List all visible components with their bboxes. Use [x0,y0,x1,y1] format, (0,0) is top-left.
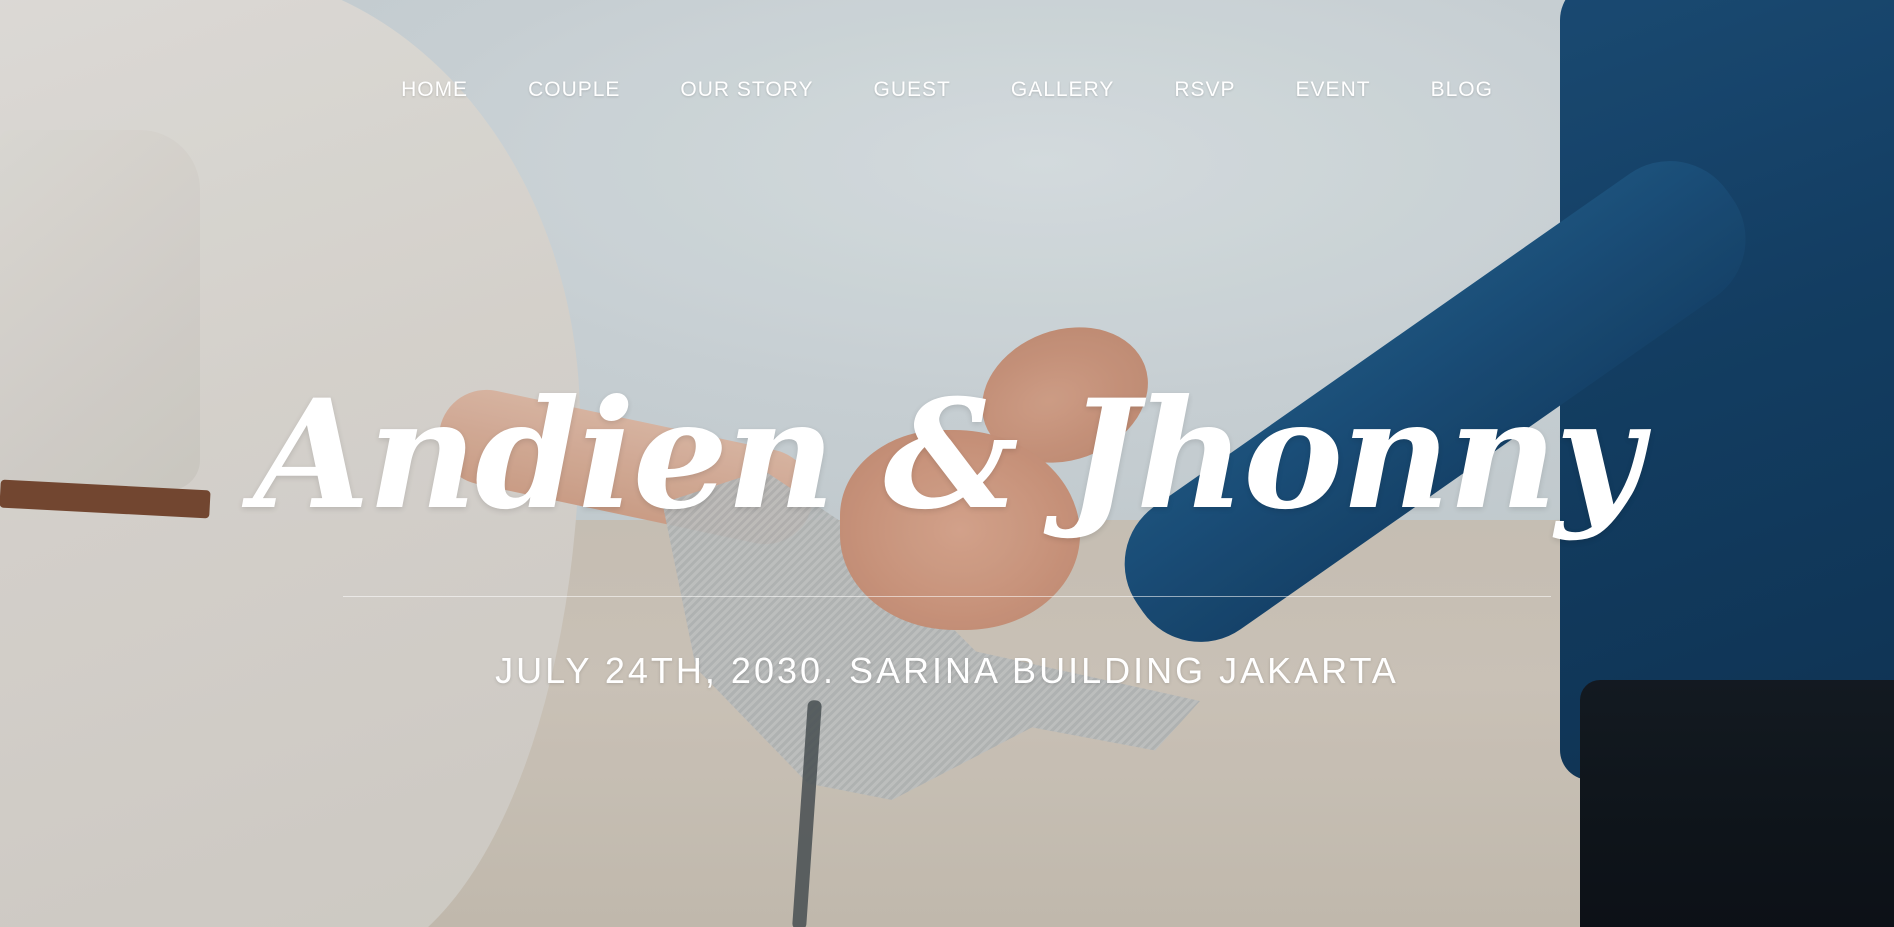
main-navigation: HOME COUPLE OUR STORY GUEST GALLERY RSVP… [0,78,1894,102]
hero-section: HOME COUPLE OUR STORY GUEST GALLERY RSVP… [0,0,1894,927]
hero-title: Andien & Jhonny [253,367,1642,543]
nav-item-couple[interactable]: COUPLE [498,78,650,102]
nav-item-home[interactable]: HOME [371,78,498,102]
nav-item-blog[interactable]: BLOG [1401,78,1523,102]
hero-subtitle: JULY 24TH, 2030. SARINA BUILDING JAKARTA [495,650,1399,691]
nav-item-rsvp[interactable]: RSVP [1144,78,1265,102]
hero-divider [343,596,1551,597]
nav-item-gallery[interactable]: GALLERY [981,78,1145,102]
nav-item-event[interactable]: EVENT [1266,78,1401,102]
nav-item-our-story[interactable]: OUR STORY [650,78,843,102]
nav-item-guest[interactable]: GUEST [844,78,981,102]
